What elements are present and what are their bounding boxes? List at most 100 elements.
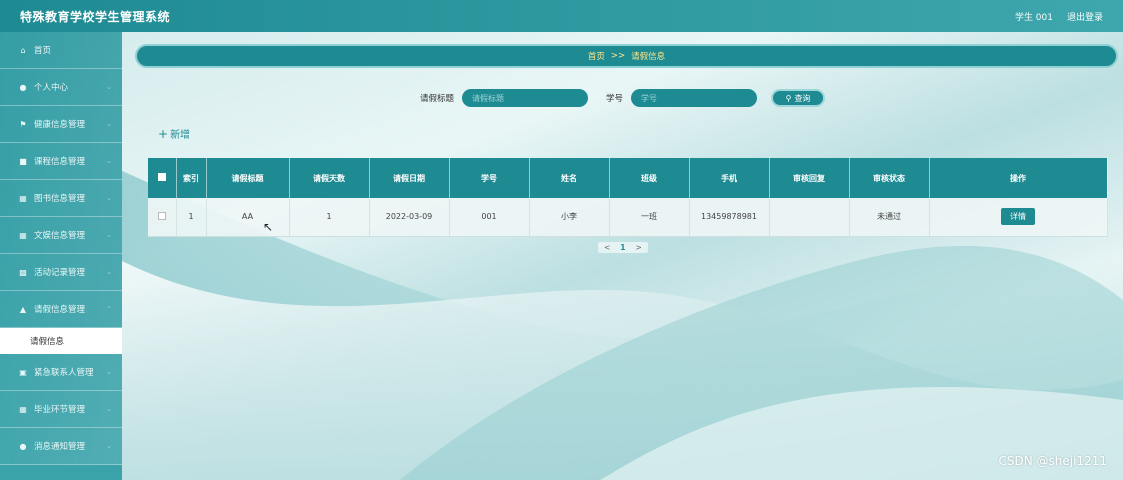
breadcrumb-separator: >> [610, 51, 626, 61]
card-icon: ▣ [19, 367, 27, 377]
sidebar-item-course[interactable]: ■ 课程信息管理 ⌄ [0, 143, 122, 180]
chevron-down-icon: ⌄ [106, 231, 112, 239]
search-button-label: 查询 [794, 93, 811, 103]
next-page-button[interactable]: > [636, 243, 642, 252]
cell-title: AA [206, 198, 290, 237]
column-header: 请假天数 [289, 158, 370, 198]
cell-phone: 13459878981 [689, 198, 770, 237]
sidebar-item-books[interactable]: ▦ 图书信息管理 ⌄ [0, 180, 122, 217]
sidebar-item-notice[interactable]: ● 消息通知管理 ⌄ [0, 428, 122, 465]
select-all-checkbox[interactable] [157, 173, 166, 181]
column-header: 审核回复 [769, 158, 850, 198]
chevron-down-icon: ⌄ [106, 83, 112, 91]
breadcrumb-home[interactable]: 首页 [588, 50, 605, 62]
sidebar-item-label: 活动记录管理 [34, 268, 86, 278]
cell-days: 1 [289, 198, 370, 237]
user-icon: ● [19, 82, 27, 92]
sidebar-item-label: 请假信息管理 [34, 305, 86, 315]
add-button-label: 新增 [170, 130, 191, 141]
sidebar-item-label: 毕业环节管理 [34, 405, 86, 415]
add-button[interactable]: + 新增 [158, 126, 191, 142]
cell-class: 一班 [609, 198, 690, 237]
column-header: 请假标题 [206, 158, 290, 198]
sidebar-item-leave[interactable]: ▲ 请假信息管理 ⌃ [0, 291, 122, 328]
chevron-down-icon: ⌄ [106, 442, 112, 450]
breadcrumb: 首页 >> 请假信息 [135, 44, 1118, 68]
sidebar-item-emergency-contact[interactable]: ▣ 紧急联系人管理 ⌄ [0, 354, 122, 391]
cell-student-id: 001 [449, 198, 530, 237]
search-bar: 请假标题 学号 ⚲ 查询 [122, 88, 1123, 108]
chevron-down-icon: ⌄ [106, 120, 112, 128]
detail-button[interactable]: 详情 [1001, 208, 1035, 226]
thumbs-up-icon: ▲ [19, 304, 27, 314]
student-id-search-input[interactable] [631, 89, 758, 107]
watermark: CSDN @sheji1211 [998, 454, 1107, 468]
prev-page-button[interactable]: < [604, 243, 610, 252]
mouse-cursor-icon: ↖ [263, 220, 274, 234]
sidebar-item-label: 首页 [34, 46, 52, 56]
sidebar-item-health[interactable]: ⚑ 健康信息管理 ⌄ [0, 106, 122, 143]
current-user: 学生 001 [1014, 12, 1053, 23]
column-header: 索引 [176, 158, 207, 198]
chevron-down-icon: ⌄ [106, 405, 112, 413]
sidebar-item-label: 健康信息管理 [34, 120, 86, 130]
page-number[interactable]: 1 [620, 243, 625, 252]
pagination: < 1 > [598, 242, 648, 253]
sidebar-item-label: 课程信息管理 [34, 157, 86, 167]
column-header: 姓名 [529, 158, 610, 198]
row-checkbox[interactable] [157, 211, 166, 220]
sidebar-item-entertainment[interactable]: ▦ 文娱信息管理 ⌄ [0, 217, 122, 254]
cell-action: 详情 [929, 198, 1108, 237]
sidebar-item-activity[interactable]: ▩ 活动记录管理 ⌄ [0, 254, 122, 291]
home-icon: ⌂ [20, 45, 26, 55]
cell-status: 未通过 [849, 198, 930, 237]
flag-icon: ⚑ [19, 119, 27, 129]
title-search-label: 请假标题 [419, 94, 454, 104]
chevron-up-icon: ⌃ [106, 305, 112, 313]
chevron-down-icon: ⌄ [106, 157, 112, 165]
logout-link[interactable]: 退出登录 [1067, 10, 1103, 23]
cell-index: 1 [176, 198, 207, 237]
sidebar-subitem-leave-info[interactable]: 请假信息 [0, 328, 122, 354]
search-icon: ⚲ [785, 93, 792, 103]
plus-icon: + [158, 126, 169, 141]
sidebar-item-home[interactable]: ⌂ 首页 [0, 32, 122, 69]
chevron-down-icon: ⌄ [106, 368, 112, 376]
select-all-header [148, 158, 177, 198]
sidebar-subitem-label: 请假信息 [30, 337, 65, 347]
row-select-cell [148, 198, 177, 237]
monitor-icon: ■ [19, 156, 27, 166]
sidebar-item-graduation[interactable]: ▦ 毕业环节管理 ⌄ [0, 391, 122, 428]
sidebar-item-label: 个人中心 [34, 83, 69, 93]
grid-icon: ▦ [19, 193, 27, 203]
grid-icon: ▦ [19, 404, 27, 414]
column-header: 审核状态 [849, 158, 930, 198]
column-header: 手机 [689, 158, 770, 198]
cell-reply [769, 198, 850, 237]
column-header: 学号 [449, 158, 530, 198]
table-header-row: 索引 请假标题 请假天数 请假日期 学号 姓名 班级 手机 审核回复 审核状态 … [148, 158, 1108, 198]
column-header: 请假日期 [369, 158, 450, 198]
column-header: 班级 [609, 158, 690, 198]
main-content: 首页 >> 请假信息 请假标题 学号 ⚲ 查询 + 新增 索引 [122, 32, 1123, 480]
chevron-down-icon: ⌄ [106, 268, 112, 276]
cell-date: 2022-03-09 [369, 198, 450, 237]
title-search-input[interactable] [462, 89, 588, 107]
search-button[interactable]: ⚲ 查询 [771, 89, 826, 107]
pin-icon: ● [19, 441, 27, 451]
sidebar-item-label: 消息通知管理 [34, 442, 86, 452]
chevron-down-icon: ⌄ [106, 194, 112, 202]
grid-icon: ▦ [19, 230, 27, 240]
id-search-label: 学号 [606, 94, 624, 104]
cell-name: 小李 [529, 198, 610, 237]
top-header: 特殊教育学校学生管理系统 学生 001 退出登录 [0, 0, 1123, 32]
breadcrumb-current: 请假信息 [631, 52, 666, 62]
sidebar-item-label: 图书信息管理 [34, 194, 86, 204]
column-header: 操作 [929, 158, 1108, 198]
sidebar: ⌂ 首页 ● 个人中心 ⌄ ⚑ 健康信息管理 ⌄ ■ 课程信息管理 ⌄ ▦ 图书… [0, 32, 122, 480]
sidebar-item-label: 紧急联系人管理 [34, 368, 94, 378]
bar-chart-icon: ▩ [19, 267, 27, 277]
sidebar-item-personal[interactable]: ● 个人中心 ⌄ [0, 69, 122, 106]
sidebar-item-label: 文娱信息管理 [34, 231, 86, 241]
table-row: 1 AA 1 2022-03-09 001 小李 一班 13459878981 … [148, 198, 1108, 237]
